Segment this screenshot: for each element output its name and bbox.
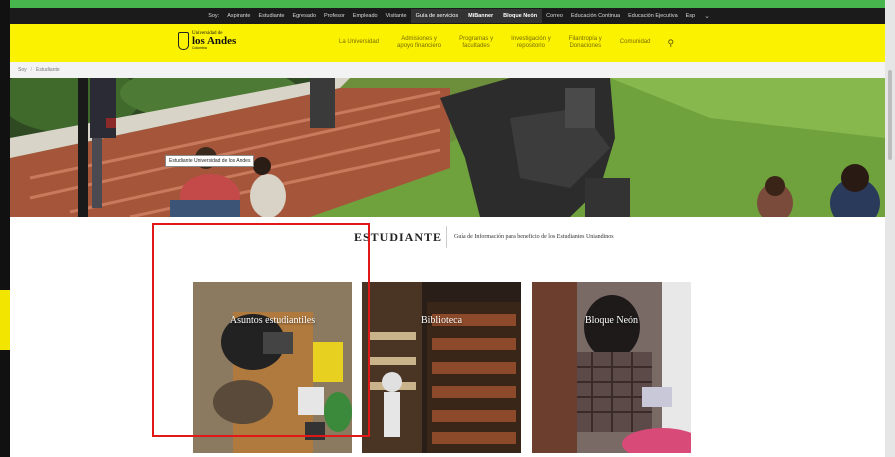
topbar-link-mibanner[interactable]: MiBanner <box>463 9 499 23</box>
topbar-link-empleado[interactable]: Empleado <box>349 13 382 19</box>
topbar-link-educacion-ejecutiva[interactable]: Educación Ejecutiva <box>624 13 682 19</box>
topbar-language-select[interactable]: Esp <box>682 13 699 19</box>
topbar-link-guia-servicios[interactable]: Guía de servicios <box>410 9 464 23</box>
topbar-link-bloque-neon[interactable]: Bloque Neón <box>498 9 543 23</box>
card-image-library <box>362 282 521 453</box>
topbar-link-profesor[interactable]: Profesor <box>320 13 349 19</box>
window-top-edge <box>0 0 895 8</box>
breadcrumb: Soy / Estudiante <box>10 62 885 78</box>
card-image-study-table <box>193 282 352 453</box>
hero-image-tooltip: Estudiante Universidad de los Andes <box>165 155 255 167</box>
nav-item-comunidad[interactable]: Comunidad <box>611 39 660 47</box>
nav-item-la-universidad[interactable]: La Universidad <box>330 39 388 47</box>
card-biblioteca[interactable]: Biblioteca <box>362 282 521 453</box>
card-label-bloque-neon: Bloque Neón <box>584 315 639 326</box>
topbar-link-egresado[interactable]: Egresado <box>288 13 320 19</box>
hero-photo-illustration <box>10 78 885 217</box>
topbar-link-educacion-continua[interactable]: Educación Continua <box>567 13 624 19</box>
breadcrumb-separator: / <box>30 67 33 73</box>
card-bloque-neon[interactable]: Bloque Neón <box>532 282 691 453</box>
nav-item-filantropia[interactable]: Filantropía y Donaciones <box>560 36 611 51</box>
topbar-link-visitante[interactable]: Visitante <box>382 13 411 19</box>
card-label-asuntos-estudiantiles: Asuntos estudiantiles <box>229 315 316 326</box>
web-page: Soy: Aspirante Estudiante Egresado Profe… <box>10 8 885 457</box>
breadcrumb-item-estudiante: Estudiante <box>36 67 60 73</box>
top-utility-bar: Soy: Aspirante Estudiante Egresado Profe… <box>10 8 885 24</box>
left-edge-accent <box>0 290 10 350</box>
search-icon[interactable]: ⚲ <box>659 38 674 49</box>
topbar-link-estudiante[interactable]: Estudiante <box>254 13 288 19</box>
left-window-edge <box>0 0 10 457</box>
breadcrumb-item-soy[interactable]: Soy <box>18 67 27 73</box>
nav-item-admisiones[interactable]: Admisiones y apoyo financiero <box>388 36 450 51</box>
topbar-soy-label: Soy: <box>208 13 220 19</box>
section-title: ESTUDIANTE <box>354 230 443 244</box>
logo-line-3: Colombia <box>192 46 207 50</box>
card-asuntos-estudiantiles[interactable]: Asuntos estudiantiles <box>193 282 352 453</box>
topbar-link-correo[interactable]: Correo <box>542 13 567 19</box>
nav-item-programas[interactable]: Programas y facultades <box>450 36 502 51</box>
section-divider <box>446 226 447 248</box>
hero-image: Estudiante Universidad de los Andes <box>10 78 885 217</box>
main-navigation: Universidad de los Andes Colombia La Uni… <box>10 24 885 62</box>
section-subtitle: Guía de Información para beneficio de lo… <box>454 234 614 240</box>
scrollbar[interactable] <box>885 0 895 457</box>
scrollbar-thumb[interactable] <box>888 70 892 160</box>
university-logo[interactable]: Universidad de los Andes Colombia <box>178 31 236 51</box>
card-image-student-laptop <box>532 282 691 453</box>
topbar-link-aspirante[interactable]: Aspirante <box>223 13 254 19</box>
chevron-down-icon[interactable]: ⌄ <box>699 12 715 20</box>
nav-item-investigacion[interactable]: Investigación y repositorio <box>502 36 560 51</box>
card-label-biblioteca: Biblioteca <box>420 315 463 326</box>
crest-icon <box>178 31 189 50</box>
